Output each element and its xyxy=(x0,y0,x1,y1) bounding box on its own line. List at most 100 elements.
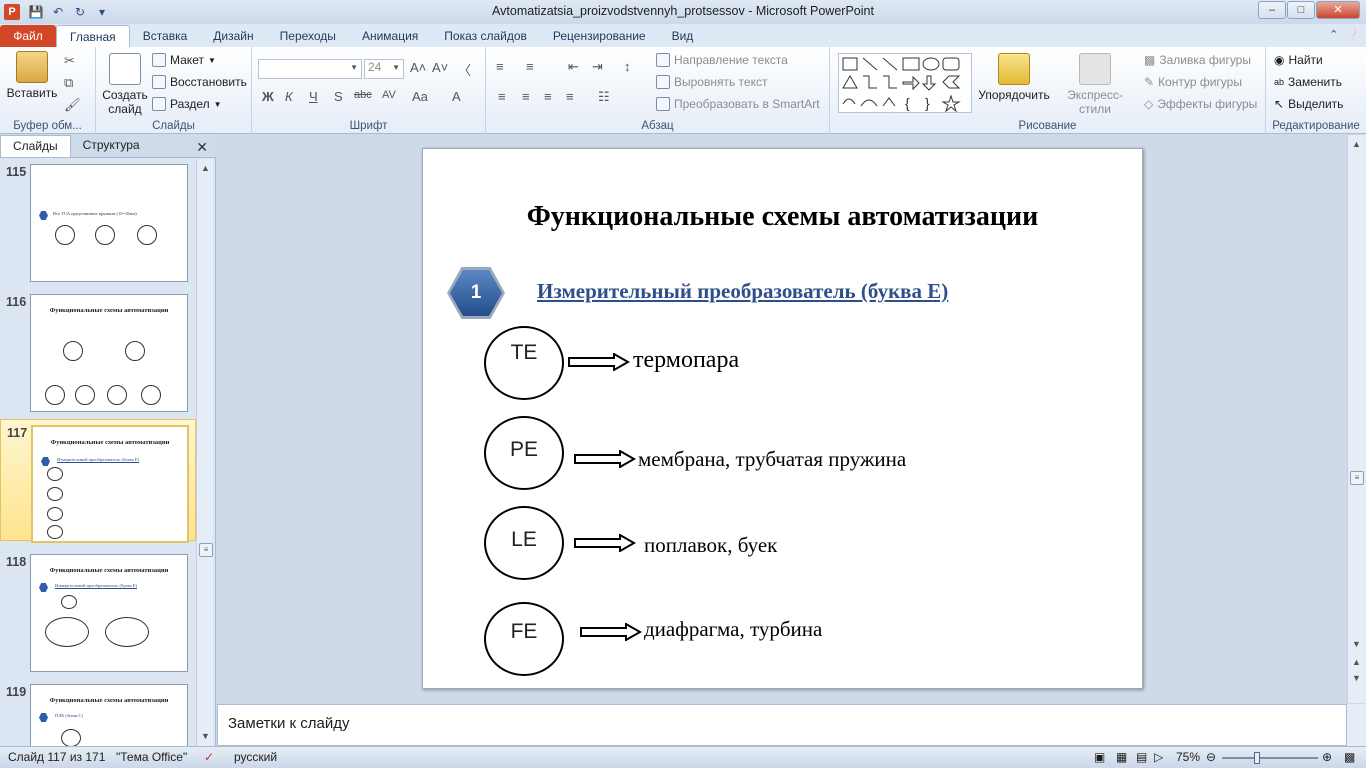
shapes-gallery[interactable]: { } xyxy=(838,53,972,113)
font-name-combo[interactable]: ▼ xyxy=(258,59,362,79)
quick-styles-button[interactable]: Экспресс-стили xyxy=(1052,53,1138,116)
thumbnail-item-116[interactable]: 116 Функциональные схемы автоматизации xyxy=(0,289,196,412)
thumbnail-item-115[interactable]: 115 Все ТСА представляют кружком ( D=10м… xyxy=(0,159,196,282)
select-button[interactable]: ↖ Выделить xyxy=(1274,97,1343,111)
thumbnail-item-119[interactable]: 119 Функциональные схемы автоматизации П… xyxy=(0,679,196,746)
notes-pane[interactable]: Заметки к слайду xyxy=(217,704,1347,746)
character-spacing-button[interactable]: AV xyxy=(382,89,396,101)
customize-qat-icon[interactable]: ▾ xyxy=(94,4,110,20)
previous-slide-icon[interactable]: ▲ xyxy=(1352,657,1361,667)
scroll-up-icon[interactable]: ▲ xyxy=(201,163,210,173)
scroll-down-icon[interactable]: ▼ xyxy=(201,731,210,741)
shape-outline-button[interactable]: ✎ Контур фигуры xyxy=(1144,75,1242,89)
powerpoint-app-icon[interactable]: P xyxy=(4,4,20,20)
slideshow-icon[interactable]: ▷ xyxy=(1154,750,1163,764)
tab-transitions[interactable]: Переходы xyxy=(267,25,349,47)
slide-canvas[interactable]: Функциональные схемы автоматизации 1 Изм… xyxy=(422,148,1143,689)
scrollbar-thumb[interactable]: ≡ xyxy=(199,543,213,557)
align-text-button[interactable]: Выровнять текст xyxy=(656,75,767,89)
bullets-icon[interactable]: ≡ xyxy=(496,59,504,74)
thumbnail-scrollbar[interactable]: ▲ ≡ ▼ xyxy=(196,159,213,746)
slide-sorter-icon[interactable]: ▦ xyxy=(1116,750,1127,764)
tab-file[interactable]: Файл xyxy=(0,25,56,47)
help-icon[interactable]: ❔ xyxy=(1346,28,1360,41)
slide-title[interactable]: Функциональные схемы автоматизации xyxy=(423,201,1142,233)
align-left-icon[interactable]: ≡ xyxy=(498,89,506,104)
tab-slides[interactable]: Слайды xyxy=(0,135,71,157)
scroll-up-icon[interactable]: ▲ xyxy=(1352,139,1361,149)
zoom-level[interactable]: 75% xyxy=(1176,750,1200,764)
new-slide-button[interactable]: Создать слайд xyxy=(102,53,148,116)
minimize-button[interactable]: – xyxy=(1258,1,1286,19)
notes-scrollbar[interactable] xyxy=(1347,704,1366,746)
align-right-icon[interactable]: ≡ xyxy=(544,89,552,104)
change-case-button[interactable]: Aa xyxy=(412,89,428,104)
main-scrollbar[interactable]: ▲ ≡ ▼ ▲ ▼ xyxy=(1347,135,1366,703)
shrink-font-icon[interactable]: A˅ xyxy=(432,60,448,75)
tab-view[interactable]: Вид xyxy=(659,25,707,47)
language-indicator[interactable]: русский xyxy=(234,750,277,764)
line-spacing-icon[interactable]: ↕ xyxy=(624,59,631,74)
tab-outline[interactable]: Структура xyxy=(71,135,152,157)
columns-icon[interactable]: ☷ xyxy=(598,89,610,105)
tab-design[interactable]: Дизайн xyxy=(200,25,266,47)
close-icon[interactable]: ✕ xyxy=(196,139,208,156)
next-slide-icon[interactable]: ▼ xyxy=(1352,673,1361,683)
fit-to-window-icon[interactable]: ▩ xyxy=(1344,750,1355,764)
text-direction-button[interactable]: Направление текста xyxy=(656,53,788,67)
section-button[interactable]: Раздел ▼ xyxy=(152,97,222,111)
decrease-indent-icon[interactable]: ⇤ xyxy=(568,59,579,75)
paste-button[interactable]: Вставить xyxy=(4,51,60,100)
undo-icon[interactable]: ↶ xyxy=(50,4,66,20)
numbering-icon[interactable]: ≡ xyxy=(526,59,534,74)
layout-button[interactable]: Макет ▼ xyxy=(152,53,216,67)
notes-placeholder[interactable]: Заметки к слайду xyxy=(228,715,350,732)
convert-smartart-button[interactable]: Преобразовать в SmartArt xyxy=(656,97,820,111)
tab-home[interactable]: Главная xyxy=(56,25,130,47)
spellcheck-icon[interactable]: ✓ xyxy=(204,750,214,764)
find-button[interactable]: ◉ Найти xyxy=(1274,53,1323,67)
normal-view-icon[interactable]: ▣ xyxy=(1094,750,1105,764)
italic-button[interactable]: К xyxy=(285,89,293,104)
clear-formatting-icon[interactable]: 〈 xyxy=(458,60,471,79)
strikethrough-button[interactable]: abc xyxy=(354,89,372,101)
reading-view-icon[interactable]: ▤ xyxy=(1136,750,1147,764)
shape-effects-button[interactable]: ◇ Эффекты фигуры xyxy=(1144,97,1257,111)
tab-insert[interactable]: Вставка xyxy=(130,25,201,47)
instrument-description[interactable]: поплавок, буек xyxy=(644,533,777,558)
underline-button[interactable]: Ч xyxy=(309,89,318,104)
scrollbar-thumb[interactable]: ≡ xyxy=(1350,471,1364,485)
instrument-description[interactable]: мембрана, трубчатая пружина xyxy=(638,447,906,472)
close-button[interactable]: ✕ xyxy=(1316,1,1360,19)
grow-font-icon[interactable]: A˄ xyxy=(410,60,426,75)
instrument-circle-le[interactable]: LE xyxy=(484,506,564,580)
instrument-circle-fe[interactable]: FE xyxy=(484,602,564,676)
zoom-slider[interactable] xyxy=(1222,757,1318,759)
reset-button[interactable]: Восстановить xyxy=(152,75,247,89)
slide-subheading[interactable]: Измерительный преобразователь (буква Е) xyxy=(537,279,948,304)
shadow-button[interactable]: S xyxy=(334,89,343,104)
maximize-button[interactable]: □ xyxy=(1287,1,1315,19)
save-icon[interactable]: 💾 xyxy=(28,4,44,20)
theme-name[interactable]: "Тема Office" xyxy=(116,750,187,764)
font-size-combo[interactable]: 24 ▼ xyxy=(364,59,404,79)
cut-icon[interactable]: ✂ xyxy=(64,53,75,69)
scroll-down-icon[interactable]: ▼ xyxy=(1352,639,1361,649)
instrument-circle-te[interactable]: TE xyxy=(484,326,564,400)
minimize-ribbon-icon[interactable]: ⌃ xyxy=(1329,28,1338,41)
tab-review[interactable]: Рецензирование xyxy=(540,25,659,47)
tab-animations[interactable]: Анимация xyxy=(349,25,431,47)
redo-icon[interactable]: ↻ xyxy=(72,4,88,20)
tab-slideshow[interactable]: Показ слайдов xyxy=(431,25,540,47)
replace-button[interactable]: ab Заменить xyxy=(1274,75,1342,89)
bold-button[interactable]: Ж xyxy=(262,89,274,104)
copy-icon[interactable]: ⧉ xyxy=(64,75,73,91)
zoom-slider-handle[interactable] xyxy=(1254,752,1260,764)
instrument-description[interactable]: диафрагма, турбина xyxy=(644,617,822,642)
increase-indent-icon[interactable]: ⇥ xyxy=(592,59,603,75)
instrument-description[interactable]: термопара xyxy=(633,347,739,374)
instrument-circle-pe[interactable]: PE xyxy=(484,416,564,490)
thumbnail-item-117[interactable]: 117 Функциональные схемы автоматизации И… xyxy=(0,419,196,543)
format-painter-icon[interactable]: 🖌 xyxy=(64,97,81,113)
justify-icon[interactable]: ≡ xyxy=(566,89,574,104)
